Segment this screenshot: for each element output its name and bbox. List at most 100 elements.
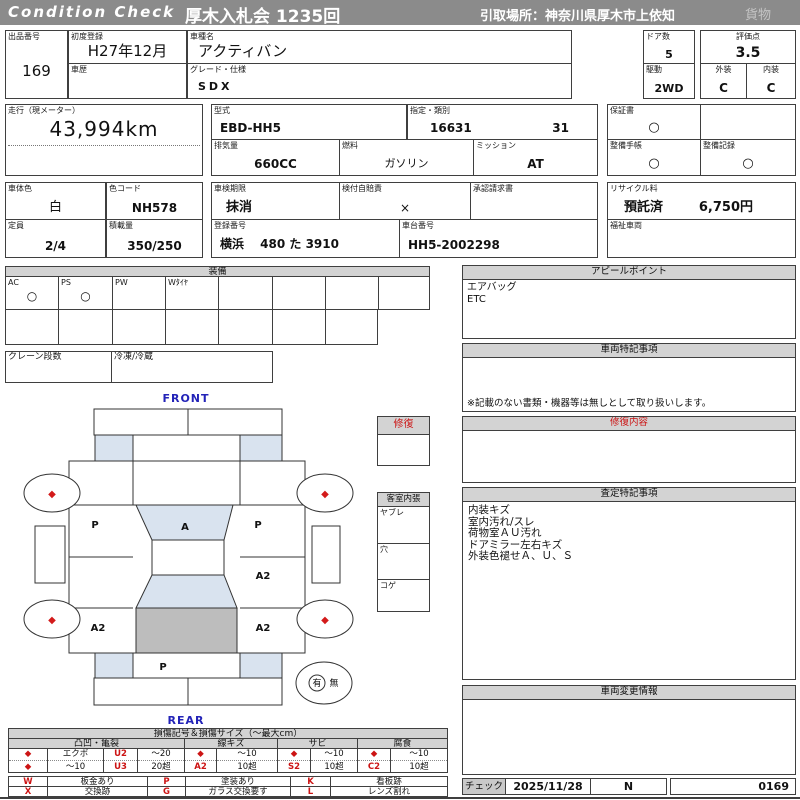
wheel-mark-rear-right: ◆ [321, 615, 329, 626]
legend-dent-symbol-cell: ◆ ◆ [8, 748, 48, 773]
capacity-cell: 定員 2/4 [5, 219, 106, 258]
exterior-grade-cell: 外装 C [700, 63, 747, 99]
capacity-label: 定員 [8, 221, 24, 230]
fuel-value: ガソリン [384, 157, 429, 170]
rear-label: REAR [168, 714, 205, 727]
warranty-label: 保証書 [610, 106, 634, 115]
legend-dent-code-cell: U2 U3 [103, 748, 138, 773]
recycle-fee: 6,750円 [698, 200, 753, 215]
equipment-cell-wtire: Wﾀｲﾔ [165, 276, 219, 310]
insurance-cell: 検付自賠責 × [339, 182, 471, 220]
appeal-line-1: エアバッグ [467, 282, 517, 293]
vehicle-notes-title: 車両特記事項 [463, 344, 795, 358]
maintenance-book-cell: 整備手帳 ○ [607, 139, 701, 176]
model-cell: 車種名 アクティバン [187, 30, 572, 64]
fuel-cell: 燃料 ガソリン [339, 139, 474, 176]
equipment-cell-pw: PW [112, 276, 166, 310]
exterior-value: C [719, 81, 728, 95]
equipment-cell-r2-1 [5, 309, 59, 345]
displacement-value: 660CC [254, 157, 297, 171]
legend-rust-size-cell: ～10 10超 [310, 748, 358, 773]
score-cell: 評価点 3.5 [700, 30, 796, 64]
body-color-value: 白 [48, 200, 62, 215]
dent-diamond-2: ◆ [24, 762, 32, 772]
auction-title: 厚木入札会 1235回 [185, 7, 341, 27]
model-value: アクティバン [198, 42, 288, 60]
title-bar: Condition Check 厚木入札会 1235回 引取場所：神奈川県厚木市… [0, 0, 800, 27]
insurance-mark: × [399, 201, 411, 215]
dent-code-u2: U2 [104, 749, 137, 761]
doors-label: ドア数 [646, 32, 670, 41]
crane-stage-label: クレーン段数 [8, 352, 62, 362]
rust-diamond: ◆ [278, 749, 310, 761]
car-damage-diagram: FRONT ◆ ◆ ◆ ◆ P A P A2 A2 A2 P 有 無 REAR [23, 393, 354, 727]
dent-size-1: ～20 [138, 749, 184, 761]
right-side-step [311, 525, 341, 584]
cargo-area [135, 607, 238, 654]
pickup-location: 引取場所：神奈川県厚木市上依知 [480, 9, 676, 24]
capacity-value: 2/4 [44, 239, 67, 253]
equipment-cell-r2-3 [112, 309, 166, 345]
legend-corrosion-size-cell: ～10 10超 [390, 748, 448, 773]
maintenance-record-cell: 整備記録 ○ [700, 139, 796, 176]
cabin-lining-box: 客室内張 ヤブレ 穴 コゲ [377, 492, 430, 612]
front-right-corner [239, 434, 283, 462]
warranty-spare-cell [700, 104, 796, 140]
code-l: L [290, 786, 331, 797]
interior-label: 内装 [763, 65, 779, 74]
scratch-diamond: ◆ [185, 749, 216, 761]
drive-value: 2WD [654, 82, 684, 95]
history-label: 車歴 [71, 65, 87, 74]
mileage-divider [8, 145, 200, 146]
load-capacity-label: 積載量 [109, 221, 133, 230]
color-code-cell: 色コード NH578 [106, 182, 203, 220]
interior-value: C [766, 81, 776, 95]
dent-size-2: 20超 [151, 762, 171, 772]
transmission-value: AT [527, 157, 544, 171]
presence-yes-label: 有 [312, 677, 321, 689]
approval-cell: 承認請求書 [470, 182, 598, 220]
left-side-step [34, 525, 66, 584]
drive-label: 駆動 [646, 65, 662, 74]
class-number: 16631 [430, 121, 472, 135]
mileage-label: 走行（現メーター） [8, 106, 80, 115]
rust-size-1: ～10 [311, 749, 357, 761]
equipment-cell-6 [272, 276, 326, 310]
equipment-cell-r2-5 [218, 309, 273, 345]
equipment-cell-r2-2 [58, 309, 113, 345]
dent-code-u3: U3 [114, 762, 127, 772]
scratch-size-1: ～10 [217, 749, 277, 761]
body-color-cell: 車体色 白 [5, 182, 106, 220]
equipment-label-ps: PS [61, 278, 71, 287]
cabin-lining-row-burn: コゲ [378, 580, 429, 613]
equipment-label-wtire: Wﾀｲﾔ [168, 278, 188, 287]
chassis-number-label: 車台番号 [402, 221, 434, 230]
registration-number-value: 横浜 480 た 3910 [220, 237, 339, 251]
vehicle-change-info-box: 車両変更情報 [462, 685, 796, 775]
assessment-notes-box: 査定特記事項 内装キズ 室内汚れ/スレ 荷物室ＡＵ汚れ ドアミラー左右キズ 外装… [462, 487, 796, 680]
class-cell: 指定・類別 16631 31 [407, 104, 598, 140]
equipment-cell-ac: AC ○ [5, 276, 59, 310]
cabin-lining-title: 客室内張 [378, 493, 429, 507]
type-value: EBD-HH5 [220, 121, 281, 135]
code-x: X [8, 786, 48, 797]
repair-content-box: 修復内容 [462, 416, 796, 483]
displacement-label: 排気量 [214, 141, 238, 150]
code-x-desc: 交換跡 [47, 786, 148, 797]
check-date-cell: 2025/11/28 [505, 778, 591, 795]
first-reg-value: H27年12月 [87, 42, 168, 60]
freezer-cell: 冷凍/冷蔵 [111, 351, 273, 383]
type-cell: 型式 EBD-HH5 [211, 104, 407, 140]
repair-mark-title: 修復 [378, 417, 429, 435]
wheel-mark-rear-left: ◆ [48, 615, 56, 626]
vehicle-change-info-title: 車両変更情報 [463, 686, 795, 700]
legend-dent-name-cell: エクボ ～10 [47, 748, 104, 773]
exterior-label: 外装 [715, 65, 732, 74]
dent-diamond-1: ◆ [9, 749, 47, 761]
recycle-label: リサイクル料 [610, 184, 658, 193]
equipment-cell-r2-6 [272, 309, 326, 345]
registration-number-cell: 登録番号 横浜 480 た 3910 [211, 219, 400, 258]
class-label: 指定・類別 [410, 106, 450, 115]
load-capacity-value: 350/250 [127, 239, 182, 253]
assessment-line-5: 外装色褪せＡ、Ｕ、Ｓ [468, 550, 573, 562]
